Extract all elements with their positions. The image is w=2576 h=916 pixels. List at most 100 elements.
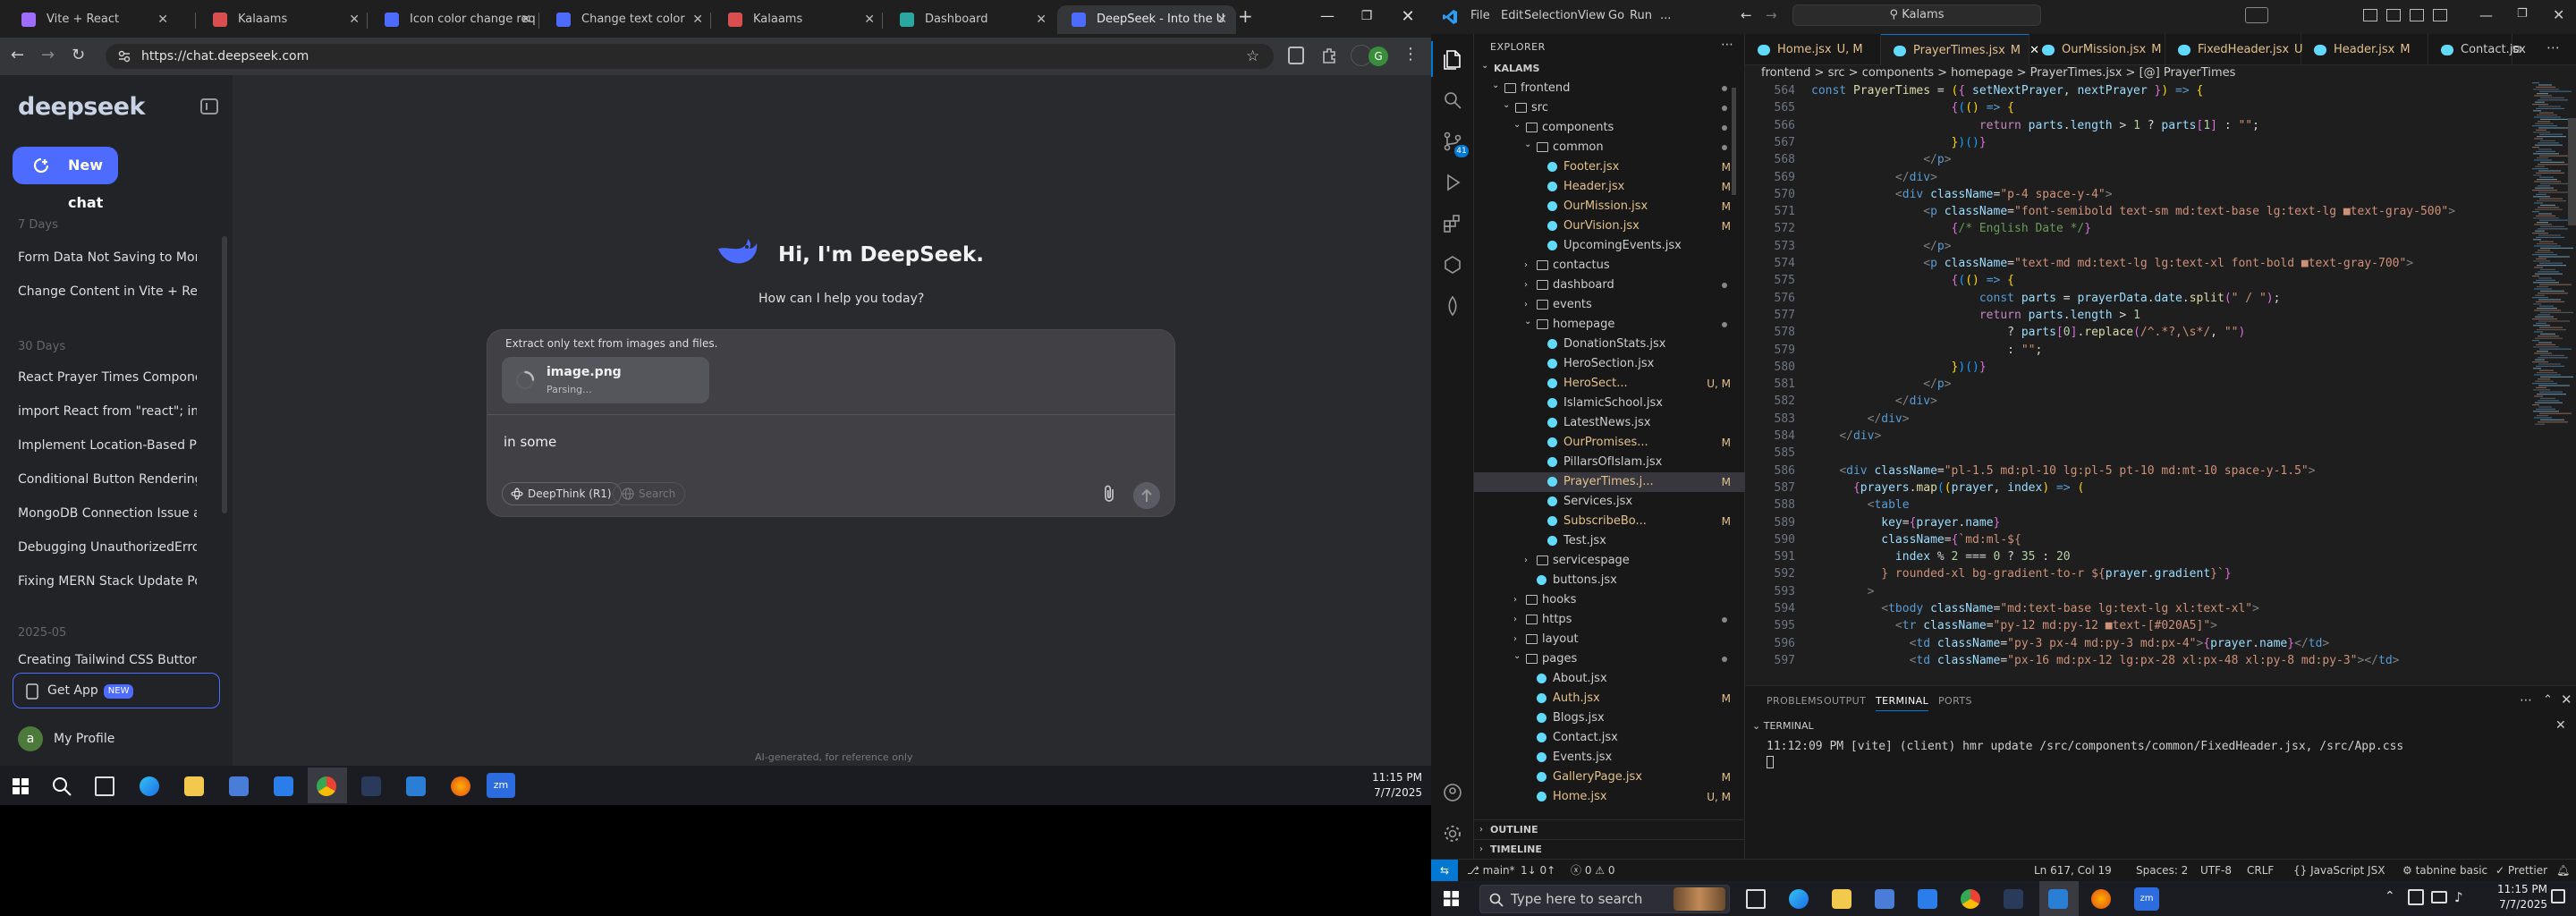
code-line[interactable]: {(() => { <box>1811 99 2014 116</box>
vscode-taskbar-icon[interactable] <box>406 776 426 796</box>
zoom-icon-right[interactable]: zm <box>2134 887 2159 911</box>
file-item[interactable]: OurVision.jsx M <box>1474 216 1745 236</box>
menu-view[interactable]: View <box>1578 9 1606 22</box>
mongodb-leaf-icon[interactable] <box>1442 295 1463 317</box>
terminal-close-icon[interactable]: ✕ <box>2555 718 2566 733</box>
folder-item[interactable]: ⌄ common <box>1474 138 1745 157</box>
code-line[interactable]: })()} <box>1811 134 1987 151</box>
bookmark-star-icon[interactable]: ☆ <box>1246 44 1259 69</box>
notifications-bell-icon[interactable]: 🔔︎ <box>2556 860 2570 881</box>
code-line[interactable]: const parts = prayerData.date.split(" / … <box>1811 290 2281 307</box>
code-line[interactable]: ? parts[0].replace(/^.*?,\s*/, "") <box>1811 324 2245 341</box>
editor-tab[interactable]: Header.jsx M <box>2301 34 2428 65</box>
code-line[interactable]: </p> <box>1811 376 1951 393</box>
folder-item[interactable]: › hooks <box>1474 590 1745 610</box>
search-view-icon[interactable] <box>1442 89 1463 111</box>
address-bar[interactable]: https://chat.deepseek.com ☆ <box>106 44 1274 69</box>
folder-item[interactable]: ⌄ pages <box>1474 649 1745 669</box>
my-profile-link[interactable]: My Profile <box>18 726 114 751</box>
task-view-icon[interactable] <box>95 776 114 796</box>
layout-toggle-sidebar-icon[interactable] <box>2363 9 2377 21</box>
attach-paperclip-icon[interactable] <box>1101 484 1117 504</box>
editor-tab[interactable]: Home.jsx U, M <box>1745 34 1881 65</box>
file-item[interactable]: Header.jsx M <box>1474 177 1745 197</box>
panel-tab-terminal[interactable]: TERMINAL <box>1876 695 1929 711</box>
code-line[interactable]: } rounded-xl bg-gradient-to-r ${prayer.g… <box>1811 565 2231 582</box>
firefox-icon-right[interactable] <box>2091 889 2111 909</box>
explorer-scrollbar[interactable] <box>1732 88 1736 195</box>
breadcrumb[interactable]: frontend > src > components > homepage >… <box>1761 66 2235 80</box>
new-tab-icon[interactable]: + <box>1238 5 1253 27</box>
vscode-close-icon[interactable]: ✕ <box>2553 6 2564 23</box>
editor-tab[interactable]: Contact.jsx <box>2428 34 2526 65</box>
browser-tab[interactable]: DeepSeek - Into the U ✕ <box>1057 5 1236 34</box>
attachment-card[interactable]: image.png Parsing... <box>502 357 709 403</box>
tab-close-icon[interactable]: ✕ <box>1036 5 1046 34</box>
menu-file[interactable]: File <box>1470 9 1490 22</box>
layout-toggle-panel-icon[interactable] <box>2386 9 2401 21</box>
folder-item[interactable]: ⌄ frontend <box>1474 79 1745 98</box>
nav-forward-icon[interactable]: → <box>1766 7 1777 23</box>
code-line[interactable]: return parts.length > 1 <box>1811 307 2140 324</box>
file-item[interactable]: buttons.jsx <box>1474 571 1745 590</box>
file-item[interactable]: OurMission.jsx M <box>1474 197 1745 216</box>
code-line[interactable]: > <box>1811 583 1875 600</box>
explorer-more-icon[interactable]: ⋯ <box>1721 38 1733 52</box>
remote-explorer-icon[interactable] <box>1442 254 1463 276</box>
panel-tab-problems[interactable]: PROBLEMS <box>1767 695 1823 707</box>
file-item[interactable]: DonationStats.jsx <box>1474 335 1745 354</box>
menu-selection[interactable]: Selection <box>1524 9 1578 22</box>
new-chat-button[interactable]: New chat <box>13 147 118 211</box>
problems-count[interactable]: ⓧ 0 ⚠ 0 <box>1571 860 1614 881</box>
code-line[interactable]: <td className="px-16 md:px-12 lg:px-28 x… <box>1811 652 2400 669</box>
tab-close-icon[interactable]: ✕ <box>521 5 531 34</box>
git-sync[interactable]: 1↓ 0↑ <box>1521 860 1555 881</box>
editor-scrollbar[interactable] <box>2568 118 2576 225</box>
code-line[interactable]: </div> <box>1811 169 1937 186</box>
code-line[interactable]: <p className="font-semibold text-sm md:t… <box>1811 203 2455 220</box>
editor-tab[interactable]: PrayerTimes.jsx M ✕ <box>1881 34 2039 65</box>
file-item[interactable]: GalleryPage.jsx M <box>1474 768 1745 787</box>
back-icon[interactable]: ← <box>11 46 24 64</box>
folder-item[interactable]: ⌄ components <box>1474 118 1745 138</box>
file-explorer-icon[interactable] <box>184 776 204 796</box>
file-item[interactable]: IslamicSchool.jsx <box>1474 394 1745 413</box>
tab-close-icon[interactable]: ✕ <box>157 5 168 34</box>
panel-more-icon[interactable]: ⋯ <box>2520 693 2532 708</box>
store-icon-right[interactable] <box>1875 889 1894 909</box>
code-line[interactable]: <p className="text-md md:text-lg lg:text… <box>1811 255 2413 272</box>
file-item[interactable]: HeroSection.jsx <box>1474 354 1745 374</box>
code-line[interactable]: key={prayer.name} <box>1811 514 2000 531</box>
close-window-icon[interactable]: ✕ <box>1390 7 1426 26</box>
get-app-button[interactable]: Get App NEW <box>13 673 220 708</box>
code-line[interactable]: const PrayerTimes = ({ setNextPrayer, ne… <box>1811 82 2203 99</box>
code-line[interactable]: <div className="p-4 space-y-4"> <box>1811 186 2113 203</box>
tab-close-icon[interactable]: ✕ <box>349 5 360 34</box>
manage-gear-icon[interactable] <box>1442 823 1463 844</box>
task-view-icon-right[interactable] <box>1746 889 1766 909</box>
file-item[interactable]: LatestNews.jsx <box>1474 413 1745 433</box>
history-item[interactable]: Implement Location-Based Pray <box>18 438 197 453</box>
chrome-taskbar-icon[interactable] <box>317 776 336 796</box>
vscode-restore-icon[interactable]: ❐ <box>2517 7 2528 21</box>
tabnine-status[interactable]: ⚙ tabnine basic <box>2402 860 2487 881</box>
history-item[interactable]: import React from "react"; impor <box>18 404 197 419</box>
profile-avatar[interactable]: G <box>1368 47 1388 66</box>
code-editor[interactable]: 564 const PrayerTimes = ({ setNextPrayer,… <box>1745 82 2576 685</box>
browser-tab[interactable]: Icon color change req ✕ <box>370 5 540 34</box>
deepthink-toggle[interactable]: DeepThink (R1) <box>502 482 622 505</box>
code-line[interactable]: </div> <box>1811 428 1881 445</box>
code-line[interactable]: {(() => { <box>1811 272 2014 289</box>
language-mode[interactable]: {} JavaScript JSX <box>2293 860 2385 881</box>
folder-item[interactable]: ⌄ homepage <box>1474 315 1745 335</box>
file-item[interactable]: Contact.jsx <box>1474 728 1745 748</box>
firefox-icon[interactable] <box>451 776 470 796</box>
editor-tab[interactable]: OurMission.jsx M <box>2029 34 2165 65</box>
file-item[interactable]: HeroSect... U, M <box>1474 374 1745 394</box>
command-center[interactable]: ⚲ Kalams <box>1792 4 2041 26</box>
folder-item[interactable]: › events <box>1474 295 1745 315</box>
send-button[interactable] <box>1133 482 1160 509</box>
run-debug-icon[interactable] <box>1442 172 1463 193</box>
search-toggle[interactable]: Search <box>613 482 686 505</box>
reload-icon[interactable]: ↻ <box>72 46 85 64</box>
